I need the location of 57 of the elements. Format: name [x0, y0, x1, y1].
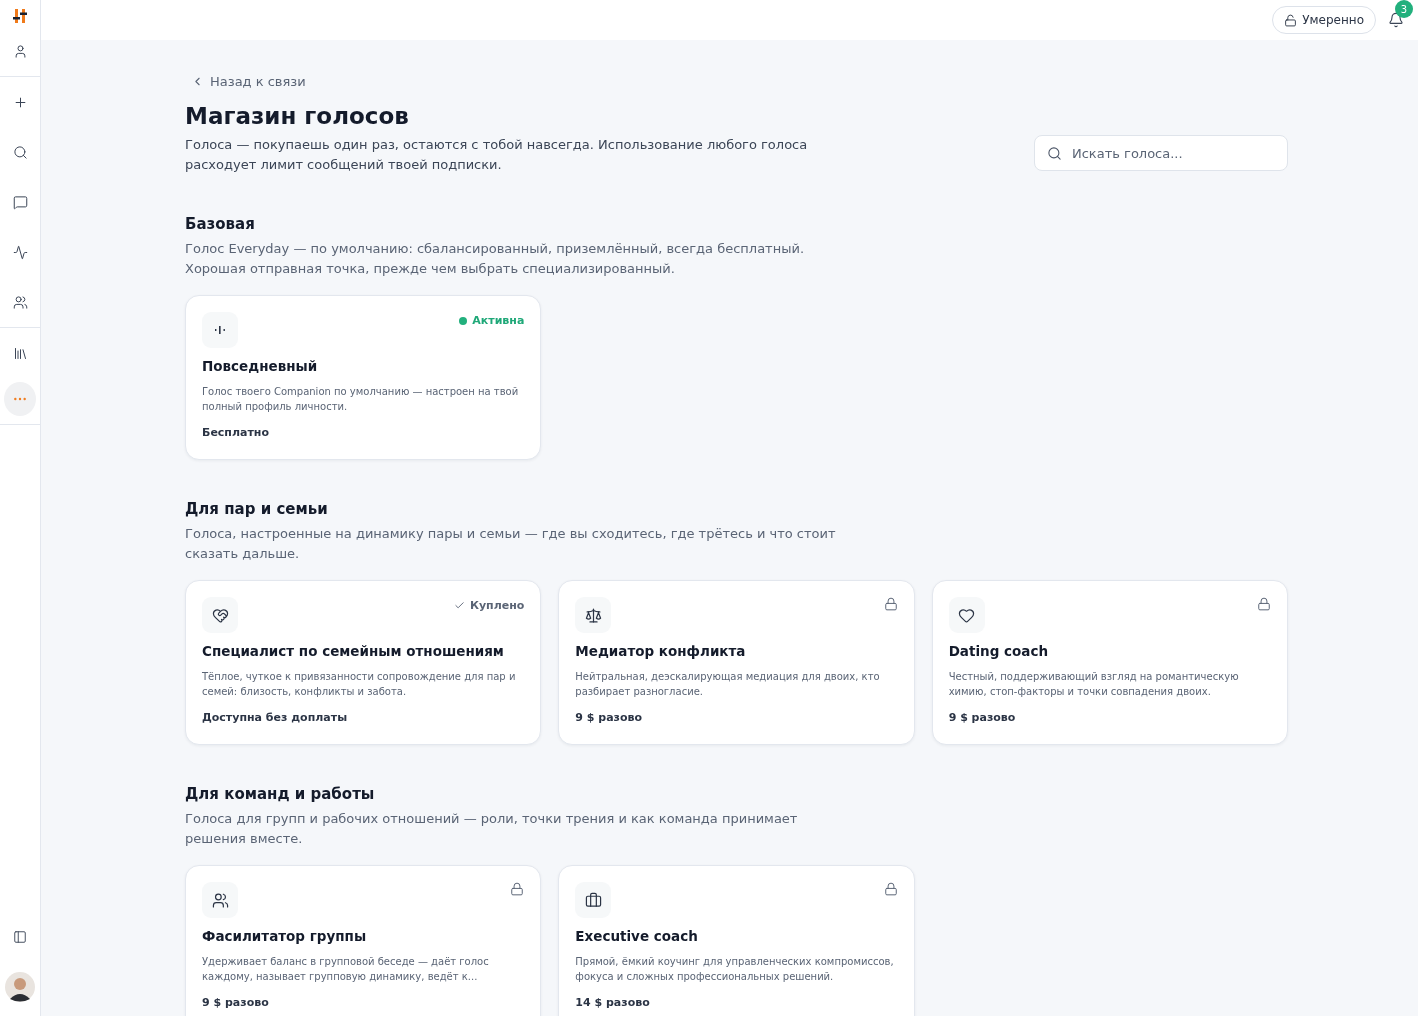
voice-price: 9 $ разово — [948, 711, 1017, 724]
voice-description: Удерживает баланс в групповой беседе — даёт голос каждому, называет групповую динамику, ведёт к... — [202, 955, 490, 984]
lock-icon — [883, 597, 898, 611]
waveform-icon — [214, 325, 226, 335]
notification-count: 3 — [1395, 0, 1413, 18]
page-title: Магазин голосов — [185, 103, 410, 129]
voice-price: 9 $ разово — [575, 711, 644, 724]
voice-card[interactable]: Куплено Специалист по семейным отношениям Тёплое, чуткое к привязанности сопровождение для пар и семей: близость, конфликты и забота. Доступна без доплаты — [185, 580, 542, 745]
section-title: Для пар и семьи — [185, 500, 329, 518]
voice-price: Доступна без доплаты — [202, 711, 349, 724]
voice-price: Бесплатно — [202, 426, 270, 439]
briefcase-icon — [584, 891, 602, 909]
avatar[interactable] — [5, 972, 35, 1002]
users-icon — [211, 891, 229, 909]
lock-icon — [1257, 597, 1271, 611]
voice-name: Повседневный — [202, 358, 319, 374]
voice-price: 14 $ разово — [575, 996, 651, 1009]
heart-handshake-icon — [211, 606, 229, 624]
bell-icon — [1388, 12, 1404, 28]
voice-card[interactable]: Фасилитатор группы Удерживает баланс в групповой беседе — даёт голос каждому, называет групповую динамику, ведёт к... 9 $ разово — [185, 865, 542, 1016]
voice-name: Dating coach — [948, 643, 1050, 659]
logo-icon[interactable] — [12, 8, 28, 24]
voice-description: Голос твоего Companion по умолчанию — настроен на твой полный профиль личности. — [202, 385, 520, 414]
purchased-status: Куплено — [453, 599, 525, 612]
search-input[interactable]: Искать голоса... — [1070, 144, 1275, 162]
notifications-button[interactable] — [1388, 12, 1404, 28]
section-description: Голоса для групп и рабочих отношений — роли, точки трения и как команда принимает решения вместе. — [185, 810, 799, 848]
voice-card[interactable]: Executive coach Прямой, ёмкий коучинг для управленческих компромиссов, фокуса и сложных профессиональных решений. 14 $ разово — [558, 865, 915, 1016]
voice-card[interactable]: Dating coach Честный, поддерживающий взгляд на романтическую химию, стоп-факторы и точки совпадения двоих. 9 $ разово — [931, 580, 1288, 745]
active-status: Активна — [459, 314, 525, 327]
search-field[interactable]: Искать голоса... — [1034, 135, 1288, 171]
back-link[interactable]: Назад к связи — [191, 74, 1288, 89]
voice-name: Медиатор конфликта — [575, 643, 747, 659]
section-description: Голос Everyday — по умолчанию: сбалансированный, приземлённый, всегда бесплатный. Хорошая отправная точка, прежде чем выбрать специализированный. — [185, 240, 806, 278]
section-description: Голоса, настроенные на динамику пары и семьи — где вы сходитесь, где трётесь и что стоит сказать дальше. — [185, 525, 837, 563]
page-intro: Голоса — покупаешь один раз, остаются с тобой навсегда. Использование любого голоса расходует лимит сообщений твоей подписки. — [185, 136, 809, 174]
voice-card[interactable]: Активна Повседневный Голос твоего Companion по умолчанию — настроен на твой полный профиль личности. Бесплатно — [185, 295, 542, 460]
voice-description: Нейтральная, деэскалирующая медиация для двоих, кто разбирает разногласие. — [575, 670, 881, 699]
voice-name: Фасилитатор группы — [202, 928, 368, 944]
section-title: Базовая — [185, 215, 256, 233]
voice-name: Executive coach — [575, 928, 699, 944]
heart-icon — [958, 606, 976, 624]
voice-price: 9 $ разово — [202, 996, 270, 1009]
scales-icon — [584, 606, 602, 624]
lock-icon — [510, 882, 525, 896]
check-icon — [453, 600, 465, 611]
search-icon — [1047, 145, 1062, 161]
mode-button[interactable]: Умеренно — [1272, 6, 1376, 34]
status-dot — [459, 316, 468, 325]
section-title: Для команд и работы — [185, 785, 376, 803]
voice-card[interactable]: Медиатор конфликта Нейтральная, деэскалирующая медиация для двоих, кто разбирает разногласие. 9 $ разово — [558, 580, 915, 745]
voice-description: Тёплое, чуткое к привязанности сопровождение для пар и семей: близость, конфликты и забота. — [202, 670, 517, 699]
unlock-icon — [1284, 13, 1298, 27]
lock-icon — [883, 882, 898, 896]
voice-name: Специалист по семейным отношениям — [202, 643, 505, 659]
voice-description: Прямой, ёмкий коучинг для управленческих компромиссов, фокуса и сложных профессиональных решений. — [575, 955, 895, 984]
voice-description: Честный, поддерживающий взгляд на романтическую химию, стоп-факторы и точки совпадения двоих. — [948, 670, 1240, 699]
